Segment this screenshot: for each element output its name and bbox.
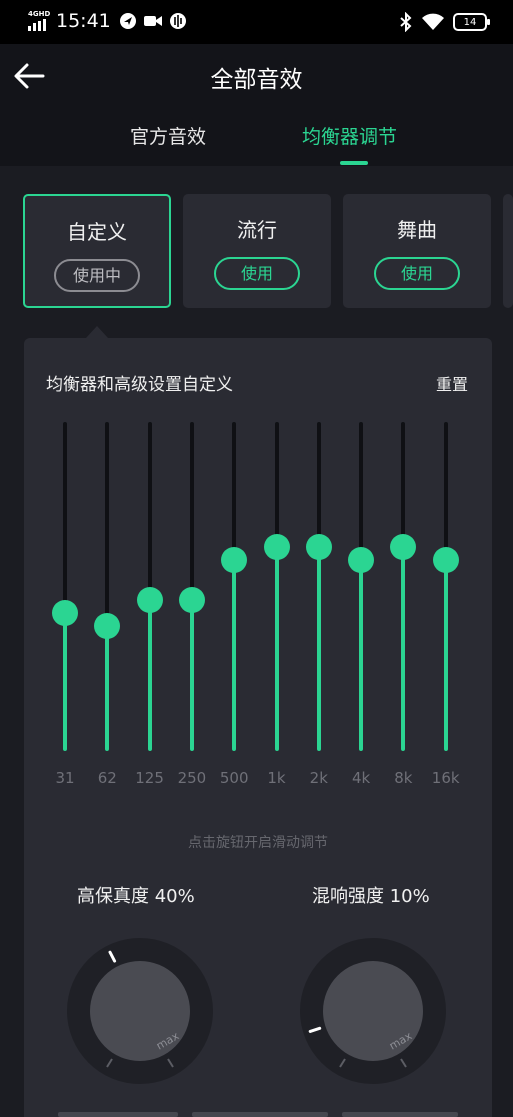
- eq-thumb-2k[interactable]: [305, 534, 332, 561]
- eq-thumb-16k[interactable]: [432, 547, 459, 574]
- preset-card-partial[interactable]: [503, 194, 513, 308]
- fidelity-knob[interactable]: max: [67, 938, 213, 1084]
- status-time: 15:41: [56, 10, 111, 32]
- bluetooth-icon: [400, 12, 412, 32]
- eq-fill-62: [105, 625, 110, 751]
- eq-thumb-8k[interactable]: [390, 534, 417, 561]
- page-title: 全部音效: [210, 67, 303, 93]
- reverb-knob[interactable]: max: [300, 938, 446, 1084]
- navigation-icon: [119, 13, 136, 29]
- fidelity-label: 高保真度 40%: [77, 886, 195, 907]
- eq-thumb-31[interactable]: [52, 599, 78, 626]
- eq-fill-250: [189, 599, 194, 751]
- network-type: 4GHD: [28, 10, 51, 18]
- preset-name: 流行: [237, 218, 277, 242]
- eq-fill-1k: [274, 547, 279, 751]
- tab-indicator: [340, 161, 368, 165]
- bottom-segment: [342, 1112, 458, 1117]
- preset-card-custom[interactable]: 自定义 使用中: [23, 194, 171, 308]
- video-icon: [143, 16, 162, 26]
- eq-thumb-4k[interactable]: [348, 547, 375, 574]
- preset-name: 自定义: [67, 220, 127, 244]
- signal-icon: 4GHD: [28, 11, 50, 31]
- eq-fill-125: [147, 599, 152, 751]
- eq-fill-500: [232, 560, 237, 751]
- eq-thumb-250[interactable]: [178, 586, 205, 613]
- eq-fill-8k: [401, 547, 406, 751]
- equalizer-panel: 均衡器和高级设置自定义 重置 31 62 125 250 500 1k 2k 4k 8k 16k …: [24, 338, 492, 1117]
- preset-in-use-button[interactable]: 使用中: [54, 259, 140, 292]
- reverb-label: 混响强度 10%: [312, 886, 430, 907]
- eq-fill-16k: [443, 560, 448, 751]
- sound-icon: [169, 13, 186, 29]
- eq-thumb-62[interactable]: [94, 612, 121, 639]
- preset-use-button[interactable]: 使用: [374, 257, 460, 290]
- eq-fill-2k: [316, 547, 321, 751]
- preset-card-pop[interactable]: 流行 使用: [183, 194, 331, 308]
- equalizer-sliders: 31 62 125 250 500 1k 2k 4k 8k 16k: [24, 338, 492, 808]
- preset-name: 舞曲: [397, 218, 437, 242]
- bottom-segment: [58, 1112, 178, 1117]
- eq-thumb-125[interactable]: [136, 586, 163, 613]
- status-bar: 4GHD 15:41 14: [0, 0, 513, 44]
- eq-thumb-1k[interactable]: [263, 534, 290, 561]
- header: 全部音效 官方音效 均衡器调节: [0, 44, 513, 166]
- selected-card-pointer: [86, 326, 108, 338]
- preset-card-dance[interactable]: 舞曲 使用: [343, 194, 491, 308]
- battery-indicator: 14: [453, 13, 490, 31]
- eq-thumb-500[interactable]: [221, 547, 248, 574]
- eq-fill-4k: [359, 560, 364, 751]
- tab-official-effects[interactable]: 官方音效: [130, 122, 206, 149]
- bottom-segment: [192, 1112, 328, 1117]
- tab-equalizer[interactable]: 均衡器调节: [302, 122, 397, 149]
- eq-fill-31: [63, 612, 67, 751]
- preset-use-button[interactable]: 使用: [214, 257, 300, 290]
- wifi-icon: [422, 13, 444, 30]
- eq-band-label: 16k: [431, 769, 460, 787]
- knob-hint: 点击旋钮开启滑动调节: [188, 835, 328, 851]
